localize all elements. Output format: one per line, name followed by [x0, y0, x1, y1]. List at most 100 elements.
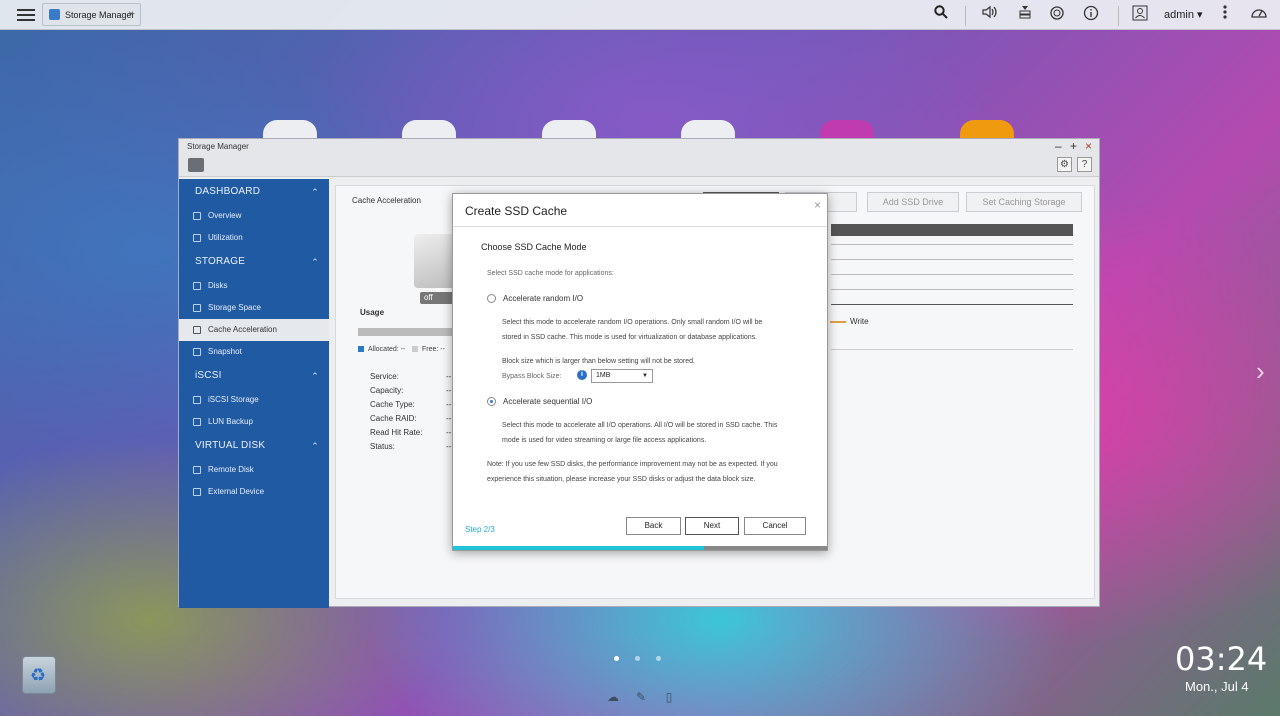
sequential-description-line-2: mode is used for video streaming or larg…: [502, 437, 707, 444]
remote-disk-icon: [193, 466, 201, 474]
sidebar-header-storage[interactable]: STORAGE ⌃: [179, 249, 329, 275]
sidebar-header-iscsi[interactable]: iSCSI ⌃: [179, 363, 329, 389]
help-icon[interactable]: ?: [1077, 157, 1092, 172]
window-title-bar[interactable]: Storage Manager – + ×: [179, 139, 1099, 153]
sidebar-item-overview[interactable]: Overview: [179, 205, 329, 227]
radio-accelerate-random-io[interactable]: Accelerate random I/O: [487, 294, 583, 303]
random-description-line-1: Select this mode to accelerate random I/…: [502, 319, 763, 326]
taskbar-tab-storage-manager[interactable]: Storage Manager ×: [42, 3, 141, 26]
close-icon[interactable]: ×: [128, 9, 134, 20]
info-icon[interactable]: i: [577, 370, 587, 380]
block-size-description: Block size which is larger than below se…: [502, 358, 695, 365]
menu-icon[interactable]: [15, 6, 37, 24]
next-button[interactable]: Next: [685, 517, 739, 535]
sidebar-item-storage-space[interactable]: Storage Space: [179, 297, 329, 319]
sidebar-item-utilization[interactable]: Utilization: [179, 227, 329, 249]
create-ssd-cache-dialog: Create SSD Cache × Choose SSD Cache Mode…: [452, 193, 828, 551]
settings-icon[interactable]: ⚙: [1057, 157, 1072, 172]
separator: [965, 6, 966, 26]
chevron-up-icon[interactable]: ⌃: [311, 179, 319, 205]
chevron-up-icon[interactable]: ⌃: [311, 249, 319, 275]
info-value-cache-type: --: [446, 400, 452, 409]
close-icon[interactable]: ×: [814, 198, 821, 212]
bottom-dock: ☁ ✎ ▯: [606, 690, 676, 704]
storage-manager-app-icon: [49, 9, 60, 20]
chart-gridline: [831, 274, 1073, 275]
chevron-up-icon[interactable]: ⌃: [311, 363, 319, 389]
cloud-icon[interactable]: ☁: [606, 690, 620, 704]
info-value-service: --: [446, 372, 452, 381]
info-label-status: Status:: [370, 442, 395, 451]
info-value-read-hit-rate: --: [446, 428, 452, 437]
more-icon[interactable]: [1215, 5, 1235, 25]
wizard-progress-bar: [453, 546, 827, 550]
storage-space-icon: [193, 304, 201, 312]
next-page-arrow-icon[interactable]: ›: [1256, 356, 1265, 387]
desktop-page-indicator: [614, 656, 661, 661]
minimize-button[interactable]: –: [1055, 139, 1062, 153]
book-icon[interactable]: ▯: [662, 690, 676, 704]
legend-free: Free: --: [412, 346, 445, 353]
chart-header-bar: [831, 224, 1073, 236]
volume-icon[interactable]: [980, 5, 1000, 25]
chart-gridline: [831, 289, 1073, 290]
bypass-block-size-label: Bypass Block Size:: [502, 373, 562, 380]
cache-toggle[interactable]: off: [420, 292, 456, 304]
page-dot[interactable]: [635, 656, 640, 661]
tasks-icon[interactable]: [1015, 5, 1035, 25]
info-value-cache-raid: --: [446, 414, 452, 423]
recycle-bin-icon[interactable]: [22, 656, 56, 694]
radio-button-checked[interactable]: [487, 397, 496, 406]
sidebar-item-lun-backup[interactable]: LUN Backup: [179, 411, 329, 433]
info-label-read-hit-rate: Read Hit Rate:: [370, 428, 423, 437]
radio-accelerate-sequential-io[interactable]: Accelerate sequential I/O: [487, 397, 592, 406]
sidebar-item-external-device[interactable]: External Device: [179, 481, 329, 503]
dialog-divider: [453, 226, 827, 227]
grid-view-icon[interactable]: [188, 158, 204, 172]
allocated-swatch: [358, 346, 364, 353]
chevron-up-icon[interactable]: ⌃: [311, 433, 319, 459]
maximize-button[interactable]: +: [1070, 139, 1077, 153]
sequential-description-line-1: Select this mode to accelerate all I/O o…: [502, 422, 778, 429]
chart-gridline: [831, 244, 1073, 245]
sidebar-item-cache-acceleration[interactable]: Cache Acceleration: [179, 319, 329, 341]
radio-button[interactable]: [487, 294, 496, 303]
sidebar: DASHBOARD ⌃ Overview Utilization STORAGE ⌃…: [179, 179, 329, 608]
page-dot-active[interactable]: [614, 656, 619, 661]
usage-bar: [358, 328, 454, 336]
disks-icon: [193, 282, 201, 290]
dashboard-icon[interactable]: [1249, 5, 1269, 25]
user-icon[interactable]: [1130, 5, 1150, 25]
sidebar-item-iscsi-storage[interactable]: iSCSI Storage: [179, 389, 329, 411]
chart-gridline: [831, 259, 1073, 260]
add-ssd-drive-button[interactable]: Add SSD Drive: [867, 192, 959, 212]
sidebar-item-snapshot[interactable]: Snapshot: [179, 341, 329, 363]
set-caching-storage-button[interactable]: Set Caching Storage: [966, 192, 1082, 212]
back-button[interactable]: Back: [626, 517, 681, 535]
free-swatch: [412, 346, 418, 353]
page-dot[interactable]: [656, 656, 661, 661]
sidebar-header-virtual-disk[interactable]: VIRTUAL DISK ⌃: [179, 433, 329, 459]
tools-icon[interactable]: ✎: [634, 690, 648, 704]
info-label-cache-type: Cache Type:: [370, 400, 415, 409]
desktop-clock: 03:24: [1175, 640, 1268, 678]
external-device-icon: [193, 488, 201, 496]
chart-axis: [831, 304, 1073, 305]
close-button[interactable]: ×: [1085, 139, 1092, 153]
sync-icon[interactable]: [1047, 5, 1067, 25]
sidebar-item-disks[interactable]: Disks: [179, 275, 329, 297]
window-title: Storage Manager: [187, 142, 249, 151]
sidebar-item-remote-disk[interactable]: Remote Disk: [179, 459, 329, 481]
bypass-block-size-select[interactable]: 1MB ▼: [591, 369, 653, 383]
snapshot-icon: [193, 348, 201, 356]
step-indicator: Step 2/3: [465, 525, 495, 534]
cancel-button[interactable]: Cancel: [744, 517, 806, 535]
info-icon[interactable]: [1081, 5, 1101, 25]
window-toolbar: ⚙ ?: [179, 153, 1099, 177]
taskbar-tab-label: Storage Manager: [65, 9, 135, 20]
page-title: Cache Acceleration: [352, 196, 421, 205]
search-icon[interactable]: [931, 5, 951, 25]
overview-icon: [193, 212, 201, 220]
sidebar-header-dashboard[interactable]: DASHBOARD ⌃: [179, 179, 329, 205]
user-menu[interactable]: admin ▾: [1164, 8, 1203, 21]
